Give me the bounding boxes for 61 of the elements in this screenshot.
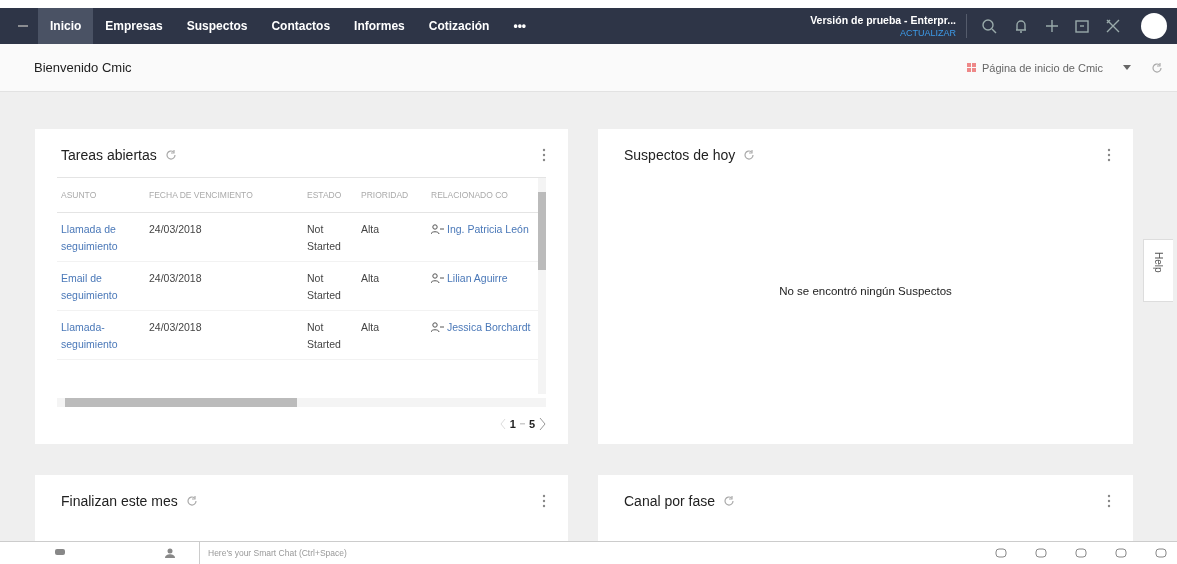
table-cell: Alta	[357, 212, 427, 262]
trial-label: Versión de prueba - Enterpr...	[810, 14, 956, 26]
horizontal-scrollbar[interactable]	[57, 398, 546, 407]
next-icon[interactable]	[539, 417, 546, 431]
nav-tab[interactable]: Suspectos	[174, 8, 260, 44]
nav-tab[interactable]: Cotización	[416, 8, 502, 44]
card-title: Canal por fase	[624, 493, 716, 509]
nav-tab[interactable]: •••	[501, 8, 539, 44]
table-cell: 24/03/2018	[145, 310, 303, 360]
refresh-icon[interactable]	[185, 495, 198, 507]
empty-message: No se encontró ningún Suspectos	[778, 283, 953, 299]
table-cell: Alta	[357, 310, 427, 360]
contact-icon	[431, 322, 444, 333]
vertical-scrollbar[interactable]	[538, 178, 546, 394]
more-icon[interactable]	[542, 148, 546, 162]
table-cell: 24/03/2018	[145, 261, 303, 311]
avatar[interactable]	[1141, 13, 1167, 39]
chat-field[interactable]: Here's your Smart Chat (Ctrl+Space)	[200, 547, 995, 559]
more-icon[interactable]	[1107, 148, 1111, 162]
nav-tab[interactable]: Informes	[342, 8, 417, 44]
page-range-start: 1	[509, 418, 516, 430]
page-range-end: 5	[528, 418, 535, 430]
contact-icon	[431, 273, 444, 284]
card-title: Tareas abiertas	[61, 147, 157, 163]
tools-icon[interactable]	[1105, 18, 1121, 34]
table-cell: Not Started	[303, 310, 357, 360]
nav-tab[interactable]: Contactos	[259, 8, 343, 44]
more-icon[interactable]	[1107, 494, 1111, 508]
card-title: Finalizan este mes	[61, 493, 178, 509]
refresh-icon[interactable]	[1151, 61, 1163, 74]
page-selector[interactable]: Página de inicio de Cmic	[981, 61, 1103, 74]
refresh-icon[interactable]	[164, 149, 177, 161]
contact-icon	[431, 224, 444, 235]
contact-link[interactable]: Jessica Borchardt	[447, 319, 531, 336]
plus-icon[interactable]	[1045, 19, 1059, 33]
table-cell: 24/03/2018	[145, 212, 303, 262]
nav-tab[interactable]: Empresas	[93, 8, 175, 44]
card-title: Suspectos de hoy	[624, 147, 736, 163]
menu-icon[interactable]	[18, 22, 28, 30]
contact-link[interactable]: Lilian Aguirre	[447, 270, 508, 287]
welcome-title: Bienvenido Cmic	[34, 60, 132, 75]
contact-link[interactable]: Ing. Patricia León	[447, 221, 529, 238]
caret-icon[interactable]	[1123, 65, 1131, 70]
refresh-icon[interactable]	[743, 149, 756, 161]
calendar-icon[interactable]	[1075, 19, 1089, 33]
subject-link[interactable]: Email de seguimiento	[57, 261, 145, 311]
dash-icon	[519, 423, 525, 425]
subject-link[interactable]: Llamada-seguimiento	[57, 310, 145, 360]
refresh-icon[interactable]	[723, 495, 736, 507]
bell-icon[interactable]	[1013, 18, 1029, 34]
search-icon[interactable]	[981, 18, 997, 34]
upgrade-link[interactable]: ACTUALIZAR	[900, 28, 956, 38]
table-cell: Alta	[357, 261, 427, 311]
more-icon[interactable]	[542, 494, 546, 508]
subject-link[interactable]: Llamada de seguimiento	[57, 212, 145, 262]
table-cell: Not Started	[303, 261, 357, 311]
nav-tab[interactable]: Inicio	[38, 8, 94, 44]
grid-icon	[966, 63, 976, 72]
side-tab[interactable]: Help	[1143, 239, 1173, 302]
contact-icon[interactable]	[165, 548, 175, 558]
table-cell: Not Started	[303, 212, 357, 262]
